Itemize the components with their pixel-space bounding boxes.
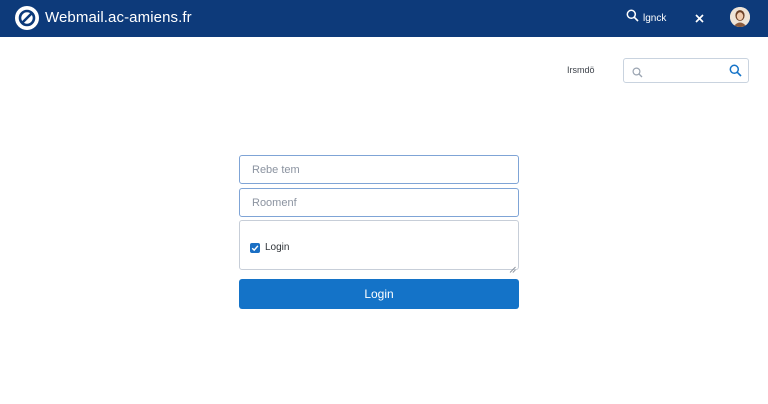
close-icon[interactable] (692, 10, 706, 26)
remember-checkbox-label: Login (265, 242, 290, 253)
resize-handle-icon[interactable] (509, 260, 516, 273)
remember-textarea[interactable]: Login (239, 220, 519, 273)
header-search-label: lgnck (643, 12, 667, 24)
top-bar: Webmail.ac-amiens.fr lgnck (0, 0, 768, 37)
username-field[interactable] (240, 156, 518, 183)
password-field[interactable] (240, 189, 518, 216)
header-search-button[interactable]: lgnck (626, 9, 667, 27)
user-avatar-icon[interactable] (730, 7, 750, 27)
remember-checkbox[interactable] (250, 242, 260, 253)
utility-search-box[interactable] (623, 58, 749, 83)
utility-label: Irsmdö (567, 65, 595, 75)
search-icon (632, 65, 643, 83)
utility-search-input[interactable] (646, 62, 726, 79)
login-button[interactable]: Login (239, 279, 519, 309)
no-entry-circle-icon[interactable] (15, 6, 39, 30)
password-field-wrapper (239, 188, 519, 217)
search-submit-icon[interactable] (729, 64, 742, 82)
search-icon (626, 9, 639, 27)
remember-checkbox-row[interactable]: Login (250, 242, 289, 253)
username-field-wrapper (239, 155, 519, 184)
app-title: Webmail.ac-amiens.fr (45, 9, 192, 26)
